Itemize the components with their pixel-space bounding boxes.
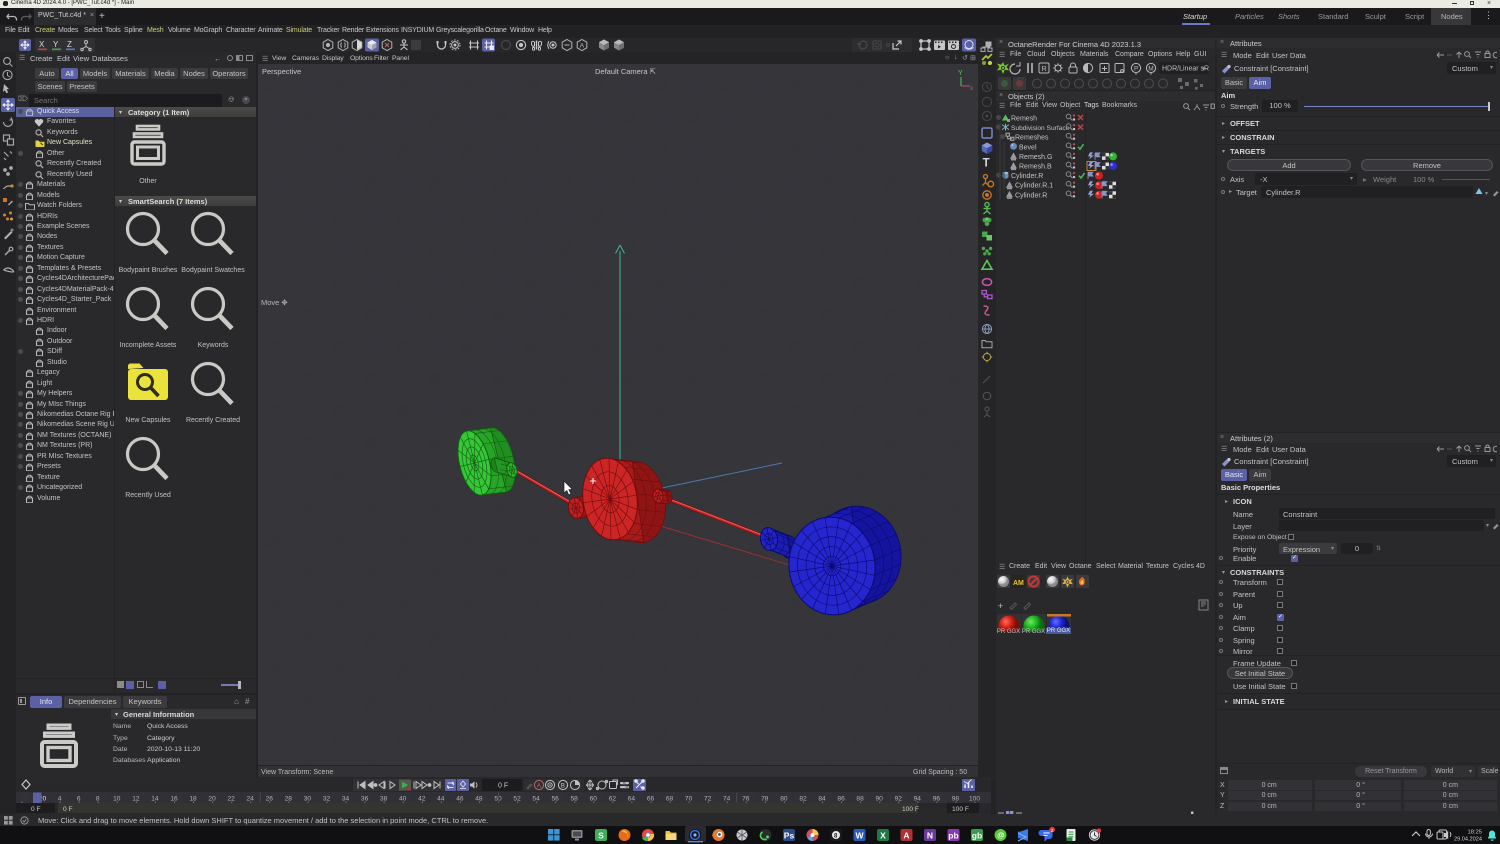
svg-text:Remeshes: Remeshes (1015, 135, 1049, 142)
svg-text:60: 60 (590, 796, 598, 803)
svg-text:74: 74 (723, 796, 731, 803)
svg-text:@: @ (997, 831, 1004, 840)
svg-text:16: 16 (170, 796, 178, 803)
svg-text:Subdivision Surface: Subdivision Surface (1011, 125, 1070, 132)
svg-text:88: 88 (856, 796, 864, 803)
svg-text:+: + (998, 601, 1003, 611)
svg-text:78: 78 (761, 796, 769, 803)
svg-text:24: 24 (247, 796, 255, 803)
svg-text:66: 66 (647, 796, 655, 803)
svg-text:34: 34 (342, 796, 350, 803)
svg-text:Remesh.B: Remesh.B (1019, 164, 1052, 171)
svg-text:B: B (561, 783, 565, 790)
svg-text:4: 4 (58, 796, 62, 803)
svg-text:8: 8 (96, 796, 100, 803)
svg-text:100 F: 100 F (952, 806, 969, 813)
svg-text:X: X (39, 40, 45, 49)
svg-text:X: X (880, 831, 886, 841)
svg-text:56: 56 (552, 796, 560, 803)
svg-text:12: 12 (132, 796, 140, 803)
svg-text:32: 32 (323, 796, 331, 803)
svg-text:22: 22 (228, 796, 236, 803)
svg-text:Cylinder.R: Cylinder.R (1011, 173, 1043, 180)
svg-text:Y: Y (53, 40, 59, 49)
svg-text:AM: AM (1013, 580, 1024, 587)
svg-text:96: 96 (933, 796, 941, 803)
svg-text:Ps: Ps (784, 831, 795, 841)
svg-text:x: x (970, 85, 974, 90)
svg-text:6: 6 (77, 796, 81, 803)
svg-text:0 F: 0 F (63, 806, 73, 813)
svg-text:90: 90 (876, 796, 884, 803)
svg-text:48: 48 (475, 796, 483, 803)
svg-text:29.04.2024: 29.04.2024 (1454, 837, 1482, 843)
svg-text:86: 86 (837, 796, 845, 803)
svg-text:58: 58 (571, 796, 579, 803)
svg-text:Z: Z (67, 40, 72, 49)
svg-text:72: 72 (704, 796, 712, 803)
svg-text:10: 10 (113, 796, 121, 803)
svg-text:30: 30 (304, 796, 312, 803)
svg-text:68: 68 (666, 796, 674, 803)
svg-text:Cylinder.R: Cylinder.R (1015, 192, 1047, 199)
svg-text:40: 40 (399, 796, 407, 803)
svg-text:pb: pb (948, 831, 958, 841)
svg-text:T: T (983, 158, 990, 170)
svg-text:W: W (855, 831, 864, 841)
svg-text:98: 98 (952, 796, 960, 803)
svg-text:54: 54 (532, 796, 540, 803)
svg-text:18: 18 (189, 796, 197, 803)
svg-text:M: M (1148, 66, 1153, 73)
svg-text:Remesh.G: Remesh.G (1019, 154, 1052, 161)
svg-text:0 F: 0 F (498, 783, 508, 790)
svg-text:14: 14 (151, 796, 159, 803)
svg-text:0 F: 0 F (31, 806, 41, 813)
svg-text:A: A (903, 831, 909, 841)
svg-text:20: 20 (208, 796, 216, 803)
svg-text:80: 80 (780, 796, 788, 803)
svg-text:0: 0 (43, 796, 47, 803)
svg-text:82: 82 (799, 796, 807, 803)
svg-text:S: S (598, 831, 604, 841)
svg-text:62: 62 (609, 796, 617, 803)
svg-text:26: 26 (266, 796, 274, 803)
svg-text:44: 44 (437, 796, 445, 803)
svg-text:2: 2 (1051, 828, 1054, 833)
svg-text:gb: gb (972, 831, 982, 841)
svg-text:64: 64 (628, 796, 636, 803)
svg-text:R: R (1041, 64, 1047, 73)
svg-text:▾: ▾ (1202, 67, 1205, 73)
svg-text:38: 38 (380, 796, 388, 803)
svg-text:Y: Y (958, 70, 963, 77)
svg-text:P: P (1134, 66, 1138, 73)
svg-text:70: 70 (685, 796, 693, 803)
svg-text:▾: ▾ (1485, 191, 1488, 197)
svg-text:76: 76 (742, 796, 750, 803)
svg-text:92: 92 (895, 796, 903, 803)
svg-text:Cylinder.R.1: Cylinder.R.1 (1015, 183, 1053, 190)
svg-text:100 F: 100 F (902, 806, 919, 813)
svg-text:42: 42 (418, 796, 426, 803)
svg-text:46: 46 (456, 796, 464, 803)
svg-text:36: 36 (361, 796, 369, 803)
svg-text:N: N (927, 831, 933, 841)
svg-text:A: A (537, 783, 542, 790)
svg-text:52: 52 (513, 796, 521, 803)
svg-text:Remesh: Remesh (1011, 116, 1037, 123)
svg-text:18:25: 18:25 (1467, 830, 1482, 836)
svg-text:84: 84 (818, 796, 826, 803)
svg-text:Bevel: Bevel (1019, 144, 1037, 151)
svg-text:A: A (580, 43, 585, 50)
svg-text:94: 94 (914, 796, 922, 803)
svg-text:100: 100 (969, 796, 980, 803)
svg-text:28: 28 (285, 796, 293, 803)
